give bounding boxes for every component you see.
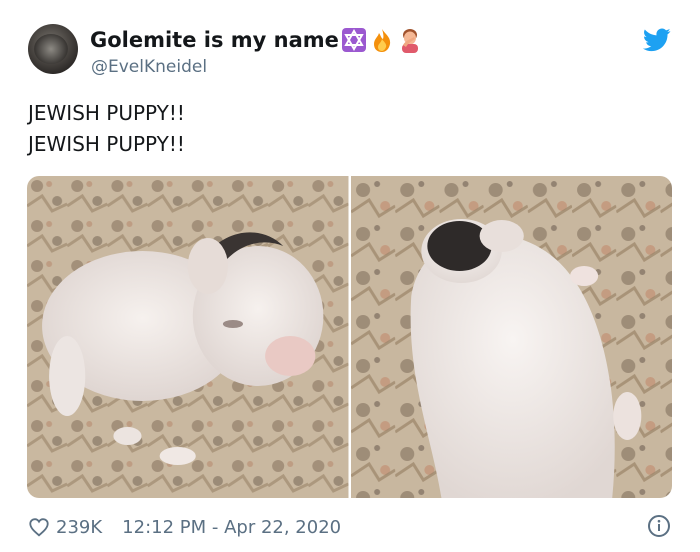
person-facepalming-emoji: [397, 27, 423, 53]
fire-emoji: [369, 27, 395, 53]
puppy-photo-lying[interactable]: [350, 176, 672, 498]
tweet-timestamp[interactable]: 12:12 PM - Apr 22, 2020: [122, 517, 341, 538]
display-name[interactable]: Golemite is my name: [90, 26, 339, 54]
tweet-text-line: JEWISH PUPPY!!: [28, 101, 185, 125]
info-icon[interactable]: [647, 514, 671, 538]
tweet-footer: 239K 12:12 PM - Apr 22, 2020: [28, 512, 341, 542]
twitter-bird-icon[interactable]: [643, 28, 671, 52]
puppy-photo-sitting[interactable]: [27, 176, 349, 498]
tweet-text: JEWISH PUPPY!! JEWISH PUPPY!!: [28, 98, 185, 160]
display-name-row[interactable]: Golemite is my name: [90, 26, 423, 54]
like-count[interactable]: 239K: [56, 517, 102, 538]
tweet-text-line: JEWISH PUPPY!!: [28, 132, 185, 156]
star-of-david-emoji: [341, 27, 367, 53]
tweet-media[interactable]: [27, 176, 672, 498]
avatar[interactable]: [28, 24, 78, 74]
user-handle[interactable]: @EvelKneidel: [91, 56, 207, 78]
heart-icon[interactable]: [28, 516, 50, 538]
